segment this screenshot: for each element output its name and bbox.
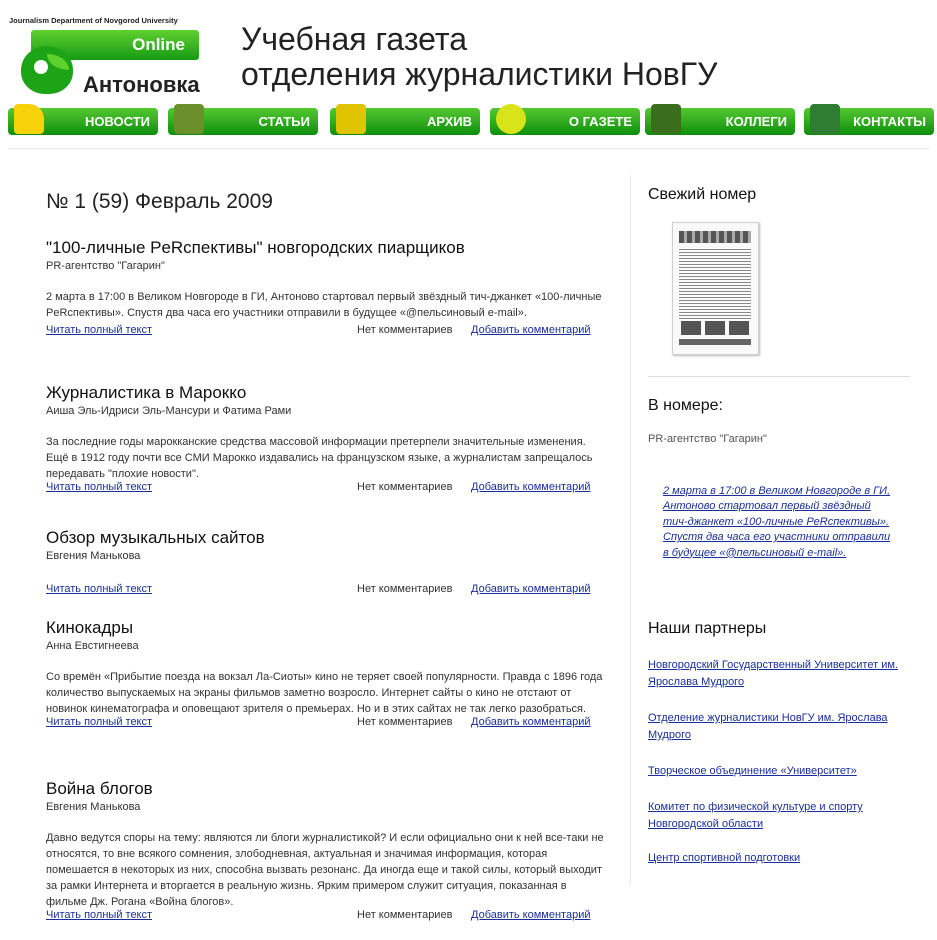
article-footer: Читать полный текст Нет комментариев Доб…	[46, 481, 604, 497]
nav-about-label: О ГАЗЕТЕ	[568, 114, 632, 129]
archive-box-icon	[336, 104, 366, 134]
nav-contacts-label: КОНТАКТЫ	[853, 114, 926, 129]
nav-about[interactable]: О ГАЗЕТЕ	[490, 104, 640, 135]
read-full-link[interactable]: Читать полный текст	[46, 716, 152, 728]
article-author: Анна Евстигнеева	[46, 640, 139, 652]
issue-title: № 1 (59) Февраль 2009	[46, 190, 273, 213]
no-comments-text: Нет комментариев	[357, 583, 453, 595]
article-footer: Читать полный текст Нет комментариев Доб…	[46, 716, 604, 732]
books-abc-icon	[174, 104, 204, 134]
apple-icon	[496, 104, 526, 134]
article-footer: Читать полный текст Нет комментариев Доб…	[46, 324, 604, 340]
nav-archive-label: АРХИВ	[427, 114, 472, 129]
nav-articles-label: СТАТЬИ	[258, 114, 310, 129]
add-comment-link[interactable]: Добавить комментарий	[471, 481, 590, 493]
article-title: Война блогов	[46, 779, 153, 798]
article-author: Евгения Манькова	[46, 550, 141, 562]
article-text: За последние годы марокканские средства …	[46, 436, 593, 480]
sidebar-separator	[648, 376, 910, 377]
add-comment-link[interactable]: Добавить комментарий	[471, 909, 590, 921]
in-issue-source: PR-агентство "Гагарин"	[648, 433, 767, 445]
main-nav: НОВОСТИ СТАТЬИ АРХИВ О ГАЗЕТЕ КОЛЛЕГИ КО…	[8, 104, 934, 136]
logo-online-text: Online	[132, 35, 185, 54]
article-title: "100-личные PeRcпективы" новгородских пи…	[46, 238, 465, 257]
star-emblem-icon	[651, 104, 681, 134]
fresh-issue-cover[interactable]	[672, 222, 759, 355]
nav-colleagues[interactable]: КОЛЛЕГИ	[645, 104, 795, 135]
article-footer: Читать полный текст Нет комментариев Доб…	[46, 583, 604, 599]
in-issue-teaser-link[interactable]: 2 марта в 17:00 в Великом Новгороде в ГИ…	[663, 484, 895, 561]
article-author: Аиша Эль-Идриси Эль-Мансури и Фатима Рам…	[46, 405, 292, 417]
sidebar-divider	[630, 175, 631, 885]
site-title-line-1: Учебная газета	[241, 21, 467, 57]
nav-archive[interactable]: АРХИВ	[330, 104, 480, 135]
article-title: Журналистика в Марокко	[46, 383, 247, 402]
leaf-icon	[47, 54, 69, 70]
apple-logo-icon	[21, 46, 73, 94]
no-comments-text: Нет комментариев	[357, 481, 453, 493]
article: Кинокадры Анна Евстигнеева Со времён «Пр…	[46, 618, 604, 732]
site-title-line-2: отделения журналистики НовГУ	[241, 56, 718, 92]
in-issue-heading: В номере:	[648, 397, 723, 414]
article-author: Евгения Манькова	[46, 801, 141, 813]
nav-colleagues-label: КОЛЛЕГИ	[725, 114, 787, 129]
article-text: 2 марта в 17:00 в Великом Новгороде в ГИ…	[46, 291, 602, 319]
cover-text-block	[679, 249, 751, 319]
article-title: Кинокадры	[46, 618, 134, 637]
article: Обзор музыкальных сайтов Евгения Маньков…	[46, 528, 604, 599]
cover-photos	[681, 321, 749, 335]
partner-link[interactable]: Центр спортивной подготовки	[648, 850, 800, 867]
partner-link[interactable]: Комитет по физической культуре и спорту …	[648, 799, 918, 833]
read-full-link[interactable]: Читать полный текст	[46, 583, 152, 595]
add-comment-link[interactable]: Добавить комментарий	[471, 583, 590, 595]
fresh-issue-heading: Свежий номер	[648, 186, 757, 203]
nav-news[interactable]: НОВОСТИ	[8, 104, 158, 135]
article: "100-личные PeRcпективы" новгородских пи…	[46, 238, 604, 340]
logo-brand-text: Антоновка	[83, 72, 200, 97]
read-full-link[interactable]: Читать полный текст	[46, 481, 152, 493]
cover-masthead	[679, 231, 751, 243]
nav-articles[interactable]: СТАТЬИ	[168, 104, 318, 135]
contact-card-icon	[810, 104, 840, 134]
article-author: PR-агентство "Гагарин"	[46, 260, 165, 272]
article-title: Обзор музыкальных сайтов	[46, 528, 265, 547]
nav-news-label: НОВОСТИ	[84, 114, 150, 129]
read-full-link[interactable]: Читать полный текст	[46, 324, 152, 336]
bell-icon	[14, 104, 44, 134]
site-title: Учебная газета отделения журналистики Но…	[241, 22, 717, 92]
article: Журналистика в Марокко Аиша Эль-Идриси Э…	[46, 383, 604, 497]
cover-footer-bar	[679, 339, 751, 345]
partner-link[interactable]: Новгородский Государственный Университет…	[648, 657, 918, 691]
read-full-link[interactable]: Читать полный текст	[46, 909, 152, 921]
add-comment-link[interactable]: Добавить комментарий	[471, 716, 590, 728]
article-text: Давно ведутся споры на тему: являются ли…	[46, 832, 604, 908]
partners-heading: Наши партнеры	[648, 620, 767, 637]
no-comments-text: Нет комментариев	[357, 716, 453, 728]
logo-dept-text: Journalism Department of Novgorod Univer…	[9, 16, 178, 25]
nav-contacts[interactable]: КОНТАКТЫ	[804, 104, 934, 135]
article: Война блогов Евгения Манькова Давно веду…	[46, 779, 604, 925]
no-comments-text: Нет комментариев	[357, 909, 453, 921]
partner-link[interactable]: Творческое объединение «Университет»	[648, 763, 857, 780]
article-text: Со времён «Прибытие поезда на вокзал Ла-…	[46, 671, 603, 715]
header-divider	[8, 148, 929, 149]
article-footer: Читать полный текст Нет комментариев Доб…	[46, 909, 604, 925]
site-logo[interactable]: Journalism Department of Novgorod Univer…	[7, 16, 203, 97]
add-comment-link[interactable]: Добавить комментарий	[471, 324, 590, 336]
partner-link[interactable]: Отделение журналистики НовГУ им. Ярослав…	[648, 710, 918, 744]
no-comments-text: Нет комментариев	[357, 324, 453, 336]
